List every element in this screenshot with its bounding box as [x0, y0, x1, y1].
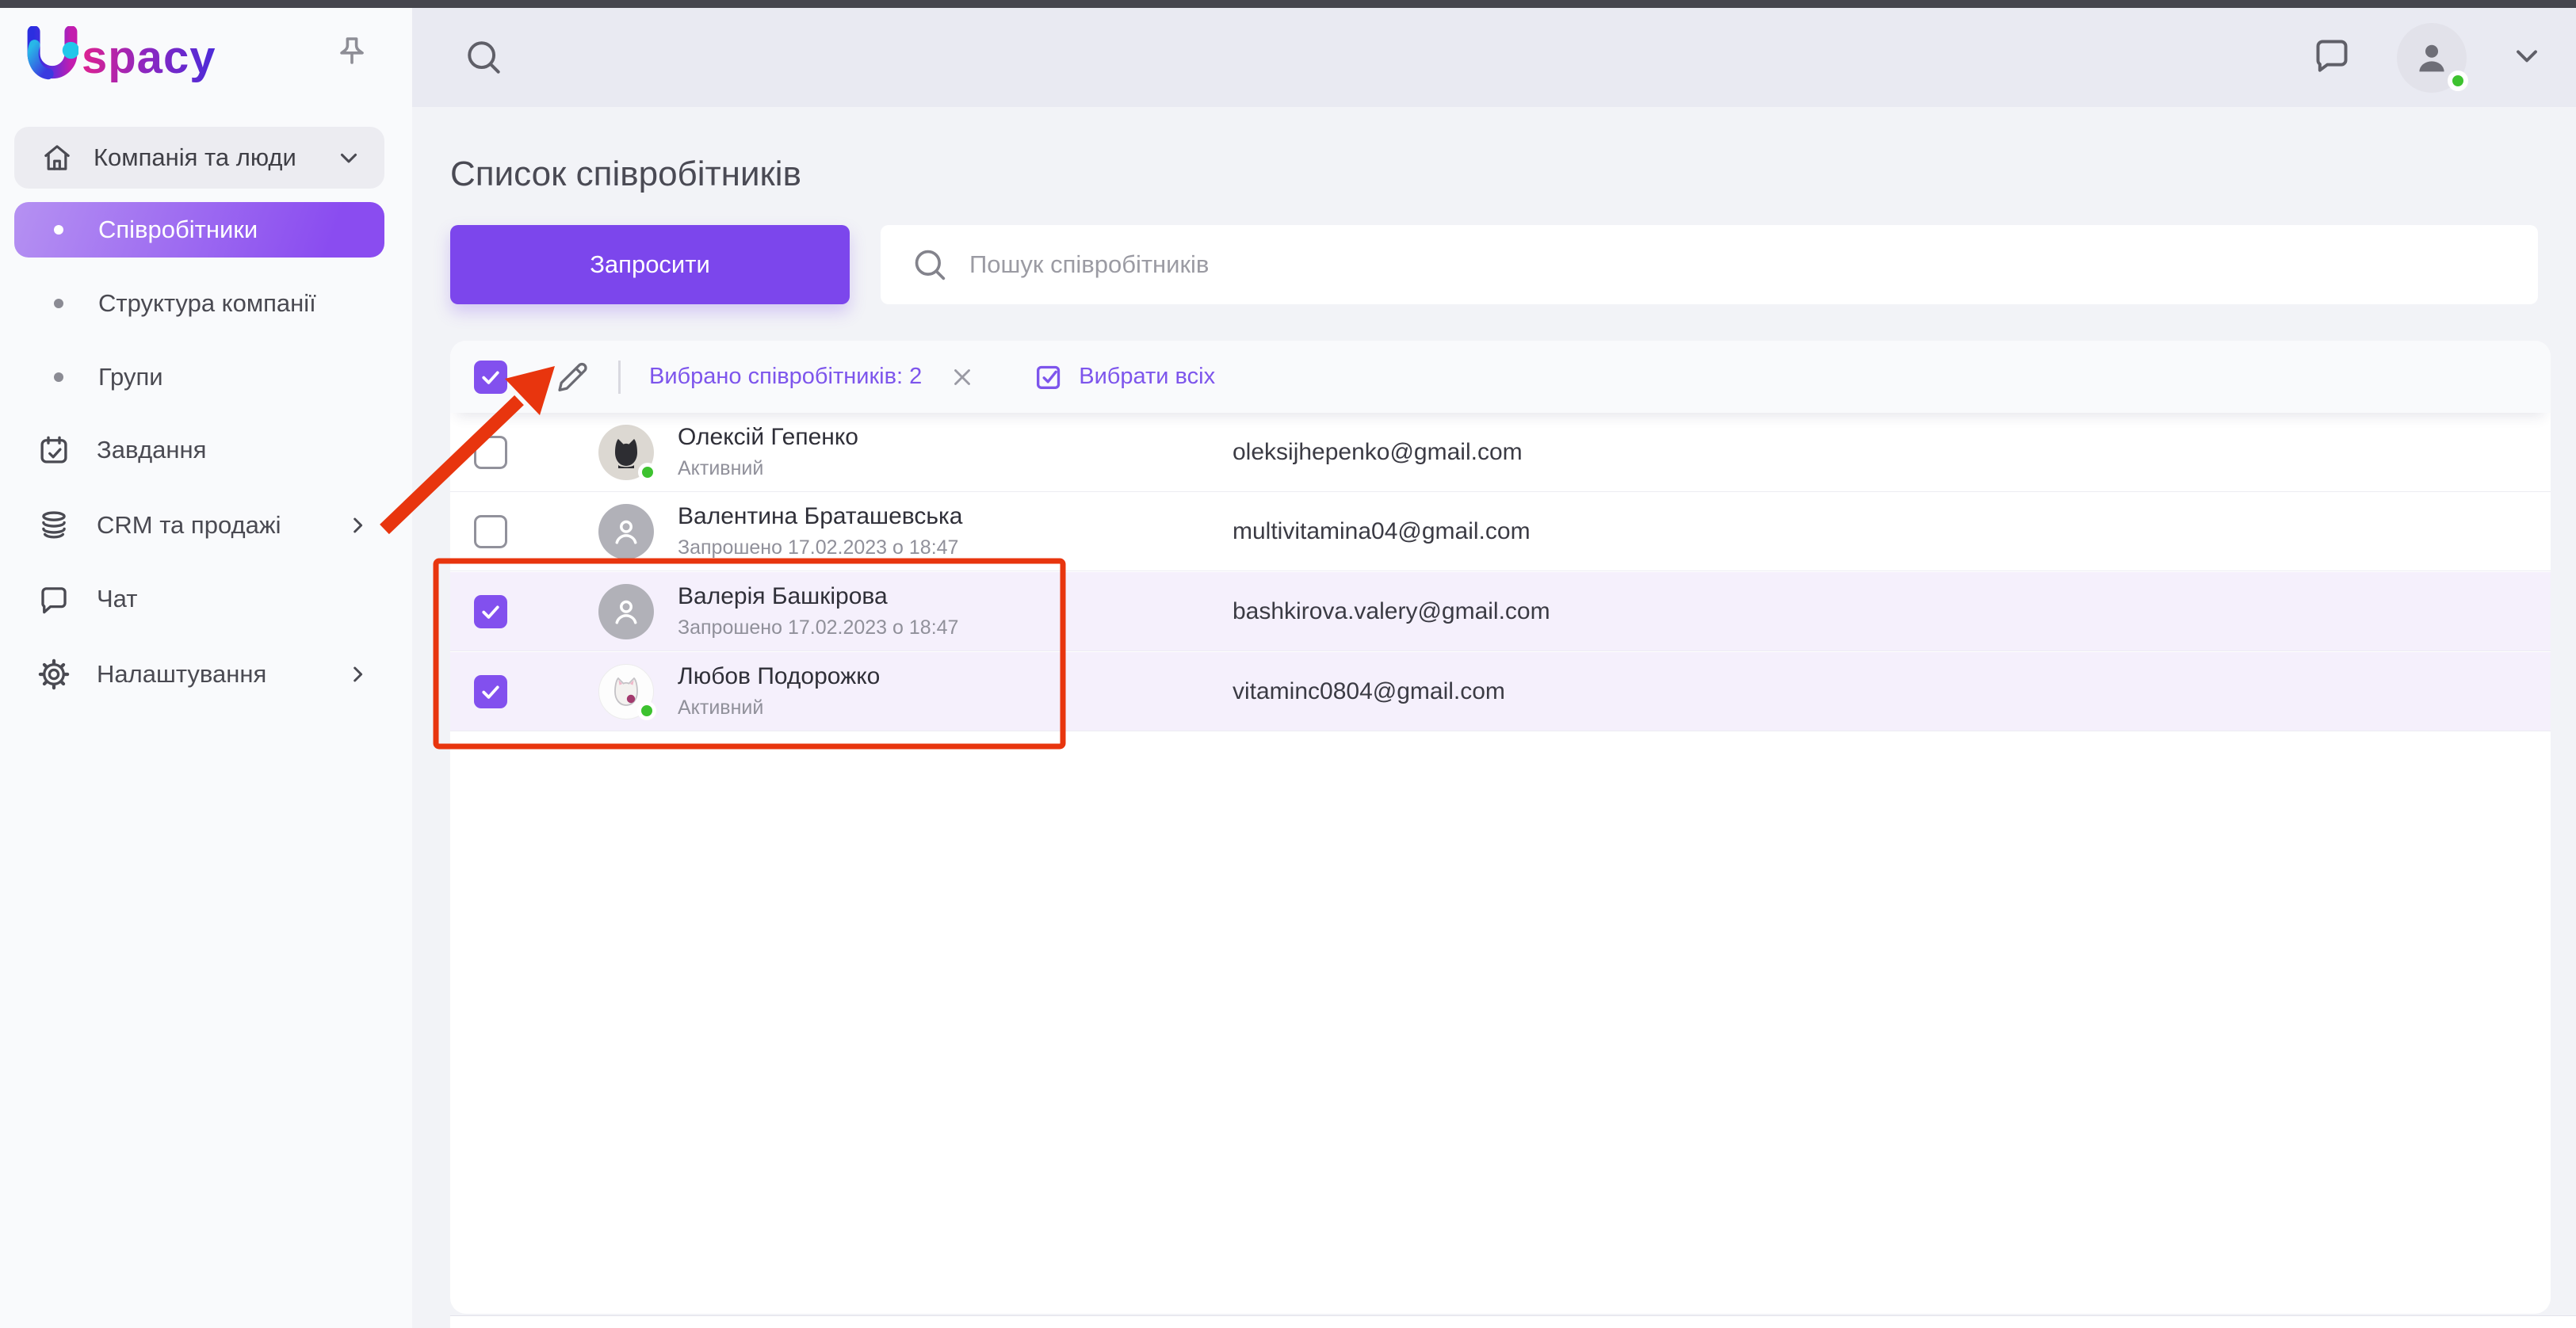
bullet-icon: [54, 225, 63, 235]
employee-search[interactable]: [881, 225, 2538, 304]
pin-sidebar-button[interactable]: [333, 35, 371, 76]
sidebar-item-label: Чат: [97, 585, 138, 612]
sidebar-item-label: Завдання: [97, 436, 207, 464]
sidebar-item-label: Налаштування: [97, 660, 267, 688]
check-icon: [482, 371, 499, 384]
logo-wordmark: spacy: [82, 31, 216, 83]
employees-table: Вибрано співробітників: 2 Вибрати всіх О…: [450, 341, 2551, 1314]
employee-row[interactable]: Валентина Браташевська Запрошено 17.02.2…: [450, 492, 2551, 571]
employee-email: bashkirova.valery@gmail.com: [1233, 597, 1550, 624]
sidebar-section-company[interactable]: Компанія та люди: [14, 127, 384, 189]
search-icon: [915, 250, 946, 280]
employee-email: oleksijhepenko@gmail.com: [1233, 438, 1523, 465]
chat-notifications-button[interactable]: [2310, 33, 2354, 82]
check-square-icon: [1037, 365, 1061, 389]
sidebar-item-company-structure[interactable]: Структура компанії: [14, 278, 384, 329]
sidebar-item-label: Співробітники: [98, 216, 258, 243]
sidebar-item-settings[interactable]: Налаштування: [14, 647, 384, 702]
chevron-right-icon: [354, 517, 363, 533]
uspacy-logo[interactable]: spacy: [26, 25, 216, 89]
edit-selected-button[interactable]: [555, 360, 590, 395]
select-all-label[interactable]: Вибрати всіх: [1079, 364, 1215, 390]
sidebar-section-label: Компанія та люди: [94, 143, 296, 171]
app-window: spacy Компанія та люди Співробітники Стр…: [0, 0, 2576, 1328]
check-icon: [482, 685, 499, 699]
avatar-white-cat: [598, 663, 656, 720]
employee-status: Активний: [678, 457, 764, 479]
window-top-strip: [0, 0, 2576, 8]
sidebar-item-employees[interactable]: Співробітники: [14, 202, 384, 258]
chevron-down-icon: [340, 153, 357, 163]
person-icon: [615, 520, 637, 544]
pencil-icon: [558, 362, 587, 391]
avatar-placeholder: [598, 503, 654, 559]
row-checkbox[interactable]: [474, 435, 507, 469]
calendar-check-icon: [40, 436, 67, 464]
global-search-button[interactable]: [461, 35, 506, 79]
sidebar-item-label: CRM та продажі: [97, 511, 281, 539]
bullet-icon: [54, 372, 63, 382]
online-status-dot: [638, 462, 657, 482]
logo-u-icon: [27, 26, 78, 80]
employee-status: Активний: [678, 696, 764, 719]
sidebar-item-crm[interactable]: CRM та продажі: [14, 498, 384, 553]
page-title: Список співробітників: [450, 155, 801, 193]
clear-selection-button[interactable]: [949, 364, 976, 391]
row-checkbox[interactable]: [474, 674, 507, 708]
employee-search-input[interactable]: [969, 250, 2538, 279]
invite-button[interactable]: Запросити: [450, 225, 850, 304]
database-icon: [42, 511, 66, 539]
select-all-action-button[interactable]: [1033, 361, 1064, 393]
chevron-right-icon: [354, 666, 363, 682]
select-all-checkbox[interactable]: [474, 360, 507, 394]
home-icon: [44, 145, 70, 170]
employee-row[interactable]: Олексій Гепенко Активний oleksijhepenko@…: [450, 413, 2551, 492]
avatar-placeholder: [598, 583, 654, 639]
selection-toolbar: Вибрано співробітників: 2 Вибрати всіх: [450, 341, 2551, 413]
employee-name: Валерія Башкірова: [678, 583, 888, 609]
employee-email: vitaminc0804@gmail.com: [1233, 677, 1505, 704]
user-avatar[interactable]: [2397, 22, 2468, 93]
row-checkbox[interactable]: [474, 514, 507, 548]
employee-row[interactable]: Любов Подорожко Активний vitaminc0804@gm…: [450, 652, 2551, 731]
main-content: Список співробітників Запросити Пошук сп…: [412, 107, 2576, 1328]
sidebar-item-tasks[interactable]: Завдання: [14, 422, 384, 478]
chat-icon: [41, 587, 67, 614]
employee-name: Любов Подорожко: [678, 663, 881, 689]
employee-status: Запрошено 17.02.2023 о 18:47: [678, 536, 959, 559]
person-icon: [615, 600, 637, 624]
close-icon: [954, 368, 971, 385]
table-footer-strip: [450, 1315, 2576, 1328]
avatar-black-cat: [598, 424, 657, 482]
chat-bubble-icon: [2316, 40, 2348, 72]
topbar: [412, 8, 2576, 107]
toolbar-divider: [618, 360, 621, 394]
employee-email: multivitamina04@gmail.com: [1233, 517, 1531, 544]
row-checkbox[interactable]: [474, 594, 507, 628]
gear-icon: [38, 658, 70, 690]
employee-row[interactable]: Валерія Башкірова Запрошено 17.02.2023 о…: [450, 572, 2551, 651]
sidebar-item-chat[interactable]: Чат: [14, 571, 384, 627]
online-status-dot: [637, 700, 656, 720]
employee-name: Валентина Браташевська: [678, 503, 963, 529]
sidebar-item-label: Структура компанії: [98, 289, 316, 317]
check-icon: [482, 605, 499, 619]
sidebar-item-groups[interactable]: Групи: [14, 352, 384, 403]
employee-status: Запрошено 17.02.2023 о 18:47: [678, 616, 959, 639]
chevron-down-icon: [2517, 50, 2537, 63]
sidebar: spacy Компанія та люди Співробітники Стр…: [0, 8, 412, 1328]
online-status-dot: [2448, 70, 2468, 91]
pin-icon: [340, 37, 364, 64]
employee-name: Олексій Гепенко: [678, 424, 858, 450]
search-icon: [468, 41, 500, 74]
person-icon: [2419, 44, 2444, 71]
selected-count-label: Вибрано співробітників: 2: [649, 364, 923, 389]
user-menu-button[interactable]: [2509, 38, 2544, 77]
sidebar-item-label: Групи: [98, 363, 163, 391]
bullet-icon: [54, 299, 63, 308]
